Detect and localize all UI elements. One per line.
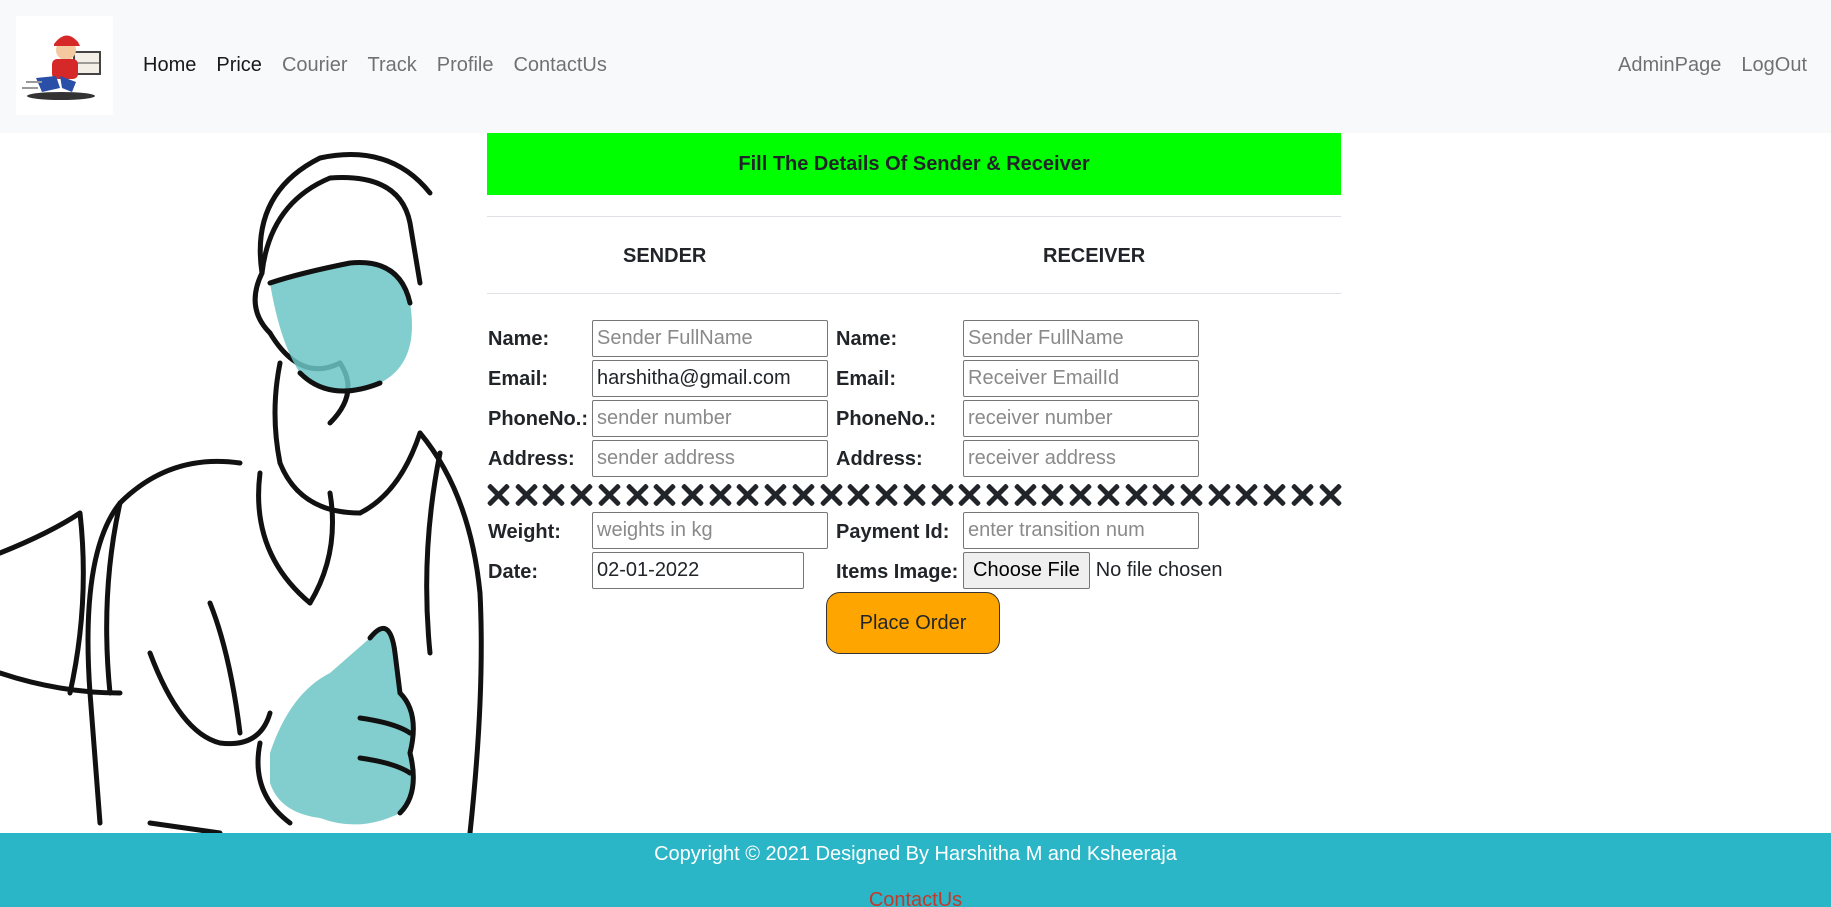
cross-icon	[1208, 484, 1230, 506]
nav-profile[interactable]: Profile	[427, 54, 504, 77]
cross-icon	[903, 484, 925, 506]
receiver-email-input[interactable]	[963, 360, 1199, 397]
navbar: Home Price Courier Track Profile Contact…	[0, 0, 1831, 133]
sender-name-label: Name:	[488, 328, 550, 350]
cross-icon	[1263, 484, 1285, 506]
nav-home[interactable]: Home	[143, 54, 206, 77]
weight-label: Weight:	[488, 521, 561, 543]
cross-icon	[986, 484, 1008, 506]
cross-icon	[1014, 484, 1036, 506]
party-header-row: SENDER RECEIVER	[487, 216, 1341, 294]
cross-icon	[709, 484, 731, 506]
cross-icon	[958, 484, 980, 506]
date-input[interactable]	[592, 552, 804, 589]
sender-email-label: Email:	[488, 368, 549, 390]
date-label: Date:	[488, 561, 539, 583]
cross-icon	[1125, 484, 1147, 506]
cross-icon	[1291, 484, 1313, 506]
cross-divider	[487, 478, 1341, 512]
main-nav: Home Price Courier Track Profile Contact…	[143, 54, 617, 77]
cross-icon	[542, 484, 564, 506]
delivery-person-illustration	[0, 152, 484, 833]
nav-courier[interactable]: Courier	[272, 54, 358, 77]
cross-icon	[626, 484, 648, 506]
cross-icon	[1235, 484, 1257, 506]
payment-id-label: Payment Id:	[836, 521, 950, 543]
receiver-phone-label: PhoneNo.:	[836, 408, 936, 430]
cross-icon	[570, 484, 592, 506]
sender-heading: SENDER	[623, 245, 707, 267]
sender-phone-input[interactable]	[592, 400, 828, 437]
items-image-label: Items Image:	[836, 561, 959, 583]
cross-icon	[598, 484, 620, 506]
footer: Copyright © 2021 Designed By Harshitha M…	[0, 833, 1831, 907]
receiver-name-input[interactable]	[963, 320, 1199, 357]
sender-email-input[interactable]	[592, 360, 828, 397]
cross-icon	[764, 484, 786, 506]
nav-track[interactable]: Track	[358, 54, 427, 77]
cross-icon	[736, 484, 758, 506]
items-image-file-input: Choose File No file chosen	[963, 552, 1222, 589]
cross-icon	[820, 484, 842, 506]
cross-icon	[1097, 484, 1119, 506]
cross-icon	[1041, 484, 1063, 506]
account-nav: AdminPage LogOut	[1608, 54, 1817, 77]
form-banner: Fill The Details Of Sender & Receiver	[487, 133, 1341, 195]
receiver-heading: RECEIVER	[1043, 245, 1146, 267]
receiver-address-input[interactable]	[963, 440, 1199, 477]
cross-icon	[1069, 484, 1091, 506]
receiver-email-label: Email:	[836, 368, 897, 390]
choose-file-button[interactable]: Choose File	[963, 552, 1090, 589]
sender-phone-label: PhoneNo.:	[488, 408, 588, 430]
receiver-name-label: Name:	[836, 328, 898, 350]
weight-input[interactable]	[592, 512, 828, 549]
cross-icon	[847, 484, 869, 506]
courier-logo[interactable]	[16, 16, 113, 115]
payment-id-input[interactable]	[963, 512, 1199, 549]
sender-address-input[interactable]	[592, 440, 828, 477]
cross-icon	[792, 484, 814, 506]
cross-icon	[875, 484, 897, 506]
footer-contactus-link[interactable]: ContactUs	[0, 889, 1831, 907]
cross-icon	[1152, 484, 1174, 506]
cross-icon	[515, 484, 537, 506]
cross-icon	[681, 484, 703, 506]
copyright-text: Copyright © 2021 Designed By Harshitha M…	[654, 843, 1177, 865]
sender-name-input[interactable]	[592, 320, 828, 357]
nav-contactus[interactable]: ContactUs	[503, 54, 616, 77]
receiver-address-label: Address:	[836, 448, 923, 470]
cross-icon	[653, 484, 675, 506]
place-order-button[interactable]: Place Order	[826, 592, 1000, 654]
file-status: No file chosen	[1095, 559, 1223, 581]
sender-address-label: Address:	[488, 448, 575, 470]
nav-price[interactable]: Price	[206, 54, 272, 77]
cross-icon	[1319, 484, 1341, 506]
cross-icon	[487, 484, 509, 506]
receiver-phone-input[interactable]	[963, 400, 1199, 437]
cross-icon	[931, 484, 953, 506]
cross-icon	[1180, 484, 1202, 506]
nav-adminpage[interactable]: AdminPage	[1608, 54, 1731, 77]
nav-logout[interactable]: LogOut	[1731, 54, 1817, 77]
